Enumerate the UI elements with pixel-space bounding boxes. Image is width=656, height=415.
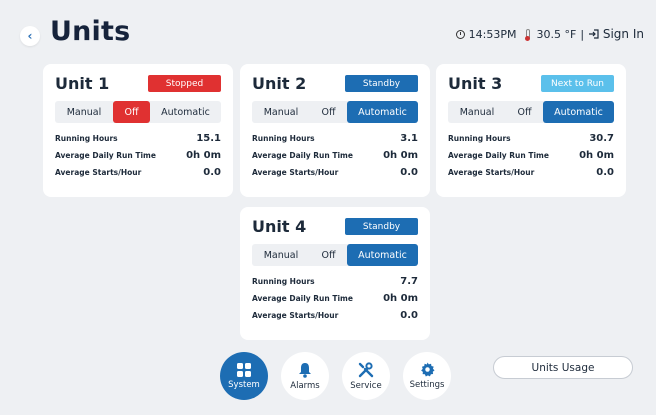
- mode-off-button[interactable]: Off: [113, 101, 150, 123]
- running-hours-row: Running Hours 3.1: [252, 133, 418, 144]
- avg-starts-label: Average Starts/Hour: [252, 311, 339, 320]
- avg-daily-run-value: 0h 0m: [383, 150, 418, 161]
- status-badge: Stopped: [148, 75, 221, 92]
- avg-starts-row: Average Starts/Hour 0.0: [448, 167, 614, 178]
- mode-manual-button[interactable]: Manual: [55, 101, 113, 123]
- status-badge: Next to Run: [541, 75, 614, 92]
- sign-in-icon: [589, 29, 599, 39]
- avg-daily-run-row: Average Daily Run Time 0h 0m: [448, 150, 614, 161]
- mode-selector: Manual Off Automatic: [55, 101, 221, 123]
- nav-alarms-label: Alarms: [290, 380, 320, 391]
- running-hours-value: 3.1: [400, 133, 418, 144]
- mode-automatic-button[interactable]: Automatic: [347, 244, 418, 266]
- unit-card-2: Unit 2 Standby Manual Off Automatic Runn…: [240, 64, 430, 197]
- mode-off-button[interactable]: Off: [310, 101, 347, 123]
- running-hours-row: Running Hours 30.7: [448, 133, 614, 144]
- mode-off-button[interactable]: Off: [506, 101, 543, 123]
- running-hours-label: Running Hours: [448, 134, 511, 143]
- avg-starts-label: Average Starts/Hour: [448, 168, 535, 177]
- avg-daily-run-value: 0h 0m: [186, 150, 221, 161]
- temperature-display: 30.5 °F: [536, 27, 577, 41]
- mode-automatic-button[interactable]: Automatic: [347, 101, 418, 123]
- header-separator: |: [580, 27, 585, 41]
- back-button[interactable]: ‹: [20, 26, 40, 46]
- running-hours-label: Running Hours: [252, 134, 315, 143]
- unit-name: Unit 1: [55, 74, 110, 93]
- mode-manual-button[interactable]: Manual: [252, 244, 310, 266]
- mode-manual-button[interactable]: Manual: [252, 101, 310, 123]
- mode-selector: Manual Off Automatic: [448, 101, 614, 123]
- avg-starts-row: Average Starts/Hour 0.0: [252, 310, 418, 321]
- unit-card-1: Unit 1 Stopped Manual Off Automatic Runn…: [43, 64, 233, 197]
- clock-icon: [455, 29, 465, 39]
- avg-daily-run-value: 0h 0m: [383, 293, 418, 304]
- avg-daily-run-label: Average Daily Run Time: [252, 151, 353, 160]
- gear-icon: [420, 362, 435, 377]
- time-display: 14:53PM: [468, 27, 517, 41]
- avg-daily-run-row: Average Daily Run Time 0h 0m: [55, 150, 221, 161]
- avg-daily-run-label: Average Daily Run Time: [448, 151, 549, 160]
- avg-starts-row: Average Starts/Hour 0.0: [55, 167, 221, 178]
- grid-icon: [237, 362, 251, 377]
- nav-service-label: Service: [350, 380, 382, 391]
- avg-daily-run-value: 0h 0m: [579, 150, 614, 161]
- bell-icon: [299, 362, 311, 378]
- thermometer-icon: [525, 29, 531, 41]
- nav-settings-button[interactable]: Settings: [403, 352, 451, 400]
- mode-selector: Manual Off Automatic: [252, 101, 418, 123]
- page-title: Units: [50, 16, 131, 47]
- status-badge: Standby: [345, 218, 418, 235]
- sign-in-link[interactable]: Sign In: [588, 27, 644, 41]
- running-hours-value: 15.1: [196, 133, 221, 144]
- units-usage-button[interactable]: Units Usage: [493, 356, 633, 379]
- status-badge: Standby: [345, 75, 418, 92]
- mode-automatic-button[interactable]: Automatic: [543, 101, 614, 123]
- unit-card-3: Unit 3 Next to Run Manual Off Automatic …: [436, 64, 626, 197]
- avg-starts-label: Average Starts/Hour: [55, 168, 142, 177]
- avg-starts-value: 0.0: [203, 167, 221, 178]
- mode-selector: Manual Off Automatic: [252, 244, 418, 266]
- running-hours-value: 7.7: [400, 276, 418, 287]
- running-hours-row: Running Hours 15.1: [55, 133, 221, 144]
- unit-name: Unit 4: [252, 217, 307, 236]
- chevron-left-icon: ‹: [27, 28, 33, 43]
- nav-system-label: System: [228, 379, 260, 390]
- avg-daily-run-row: Average Daily Run Time 0h 0m: [252, 293, 418, 304]
- avg-starts-row: Average Starts/Hour 0.0: [252, 167, 418, 178]
- sign-in-label: Sign In: [602, 27, 644, 41]
- avg-starts-label: Average Starts/Hour: [252, 168, 339, 177]
- mode-automatic-button[interactable]: Automatic: [150, 101, 221, 123]
- running-hours-label: Running Hours: [55, 134, 118, 143]
- avg-starts-value: 0.0: [400, 310, 418, 321]
- avg-daily-run-label: Average Daily Run Time: [55, 151, 156, 160]
- avg-starts-value: 0.0: [400, 167, 418, 178]
- nav-settings-label: Settings: [409, 380, 445, 390]
- unit-card-4: Unit 4 Standby Manual Off Automatic Runn…: [240, 207, 430, 340]
- unit-name: Unit 3: [448, 74, 503, 93]
- unit-name: Unit 2: [252, 74, 307, 93]
- running-hours-row: Running Hours 7.7: [252, 276, 418, 287]
- mode-off-button[interactable]: Off: [310, 244, 347, 266]
- nav-alarms-button[interactable]: Alarms: [281, 352, 329, 400]
- header-status: 14:53PM 30.5 °F | Sign In: [455, 27, 644, 41]
- running-hours-value: 30.7: [589, 133, 614, 144]
- mode-manual-button[interactable]: Manual: [448, 101, 506, 123]
- avg-daily-run-row: Average Daily Run Time 0h 0m: [252, 150, 418, 161]
- nav-service-button[interactable]: Service: [342, 352, 390, 400]
- avg-starts-value: 0.0: [596, 167, 614, 178]
- running-hours-label: Running Hours: [252, 277, 315, 286]
- tools-icon: [358, 361, 374, 377]
- nav-system-button[interactable]: System: [220, 352, 268, 400]
- avg-daily-run-label: Average Daily Run Time: [252, 294, 353, 303]
